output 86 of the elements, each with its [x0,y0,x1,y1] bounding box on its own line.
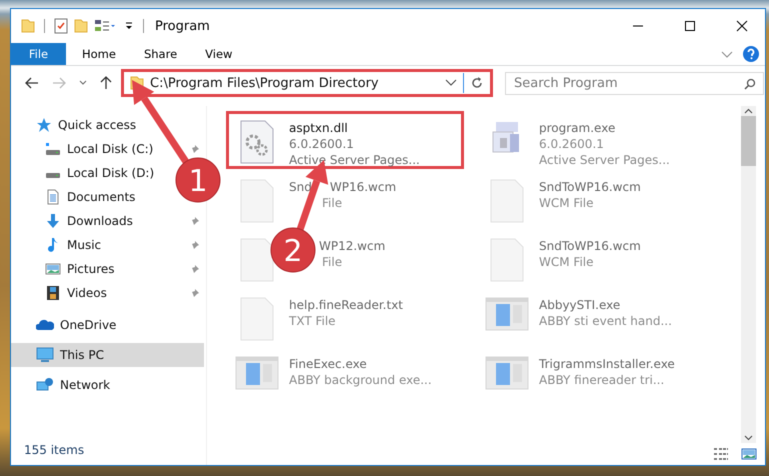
nav-item[interactable]: Documents [67,190,136,204]
nav-item[interactable]: OneDrive [11,313,204,337]
file-details: ABBY finereader tri... [539,372,664,388]
file-icon [240,179,274,223]
refresh-icon[interactable] [470,76,484,90]
pin-icon[interactable] [190,264,200,274]
address-path: C:\Program Files\Program Directory [150,76,380,90]
details-view-icon[interactable] [713,447,729,461]
file-icon [490,238,524,282]
application-icon [235,356,279,390]
file-details: WCM File [539,254,594,270]
film-icon [45,285,61,301]
file-details: File [322,254,342,270]
cloud-icon [36,317,54,333]
close-icon[interactable] [736,20,748,32]
ribbon-tab[interactable]: View [191,47,246,61]
file-details: ABBY sti event hand... [539,313,672,329]
network-icon [36,377,54,393]
application-icon [485,297,529,331]
search-icon [744,78,756,90]
file-details: Active Server Pages... [539,152,670,168]
scroll-thumb[interactable] [741,116,756,166]
step-badge: 1 [176,158,220,202]
dropdown-caret-icon[interactable] [445,79,457,87]
file-name: SndToWP16.wcm [539,238,641,254]
drive-icon [45,173,61,179]
file-details: WCM File [539,195,594,211]
nav-item[interactable]: Music [67,238,102,252]
pin-icon[interactable] [190,216,200,226]
download-icon [45,213,61,229]
ribbon-tab[interactable]: Share [130,47,192,61]
thumbnail-view-icon[interactable] [741,447,757,461]
nav-item[interactable]: Videos [67,286,107,300]
nav-item[interactable]: Quick access [11,113,204,137]
file-details: ABBY background exe... [289,372,432,388]
file-name: asptxn.dll [289,120,348,136]
nav-item[interactable]: This PC [11,343,204,367]
address-bar[interactable]: C:\Program Files\Program Directory [121,69,493,97]
nav-item[interactable]: Network [11,373,204,397]
ribbon-tab[interactable]: File [11,43,66,65]
nav-item[interactable]: Pictures [67,262,115,276]
monitor-icon [36,347,54,363]
star-icon [36,117,52,133]
search-field[interactable]: Search Program [505,72,764,94]
pin-icon[interactable] [190,144,200,154]
file-name: help.fineReader.txt [289,297,403,313]
dropdown-caret-icon[interactable] [79,80,87,86]
file-details: TXT File [289,313,336,329]
status-text: 155 items [23,443,86,459]
file-name: AbbyySTI.exe [539,297,620,313]
file-icon [240,238,274,282]
file-details: 6.0.2600.1 [289,136,354,152]
file-details: Active Server Pages... [289,152,420,168]
file-details: File [322,195,342,211]
minimize-icon[interactable] [632,25,644,27]
drive-icon [45,141,61,157]
chevron-icon[interactable] [721,49,733,59]
application-icon [485,356,529,390]
file-icon [490,179,524,223]
file-name: FineExec.exe [289,356,367,372]
picture-icon [45,261,61,277]
window-title: Program [155,18,210,34]
nav-item[interactable]: Local Disk (C:) [67,142,154,156]
pin-icon[interactable] [190,288,200,298]
back-arrow-icon[interactable] [25,77,39,89]
file-name: program.exe [539,120,616,136]
nav-item[interactable]: Downloads [67,214,133,228]
file-name: WP12.wcm [319,238,386,254]
pin-icon[interactable] [190,240,200,250]
file-details: 6.0.2600.1 [539,136,604,152]
document-icon [45,189,61,205]
checklist-icon[interactable] [54,18,68,34]
file-name: Snd [289,179,312,195]
file-icon [240,297,274,341]
file-name: WP16.wcm [330,179,396,195]
up-arrow-icon[interactable] [100,76,112,90]
gear-file-icon [240,120,274,164]
file-name: TrigrammsInstaller.exe [539,356,675,372]
file-name: SndToWP16.wcm [539,179,641,195]
help-icon[interactable] [743,46,759,62]
maximize-icon[interactable] [684,20,696,32]
properties-icon[interactable] [94,18,118,34]
nav-item[interactable]: Local Disk (D:) [67,166,154,180]
scrollbar[interactable] [741,106,756,443]
ribbon-tab[interactable]: Home [68,47,130,61]
step-badge: 2 [270,228,316,272]
